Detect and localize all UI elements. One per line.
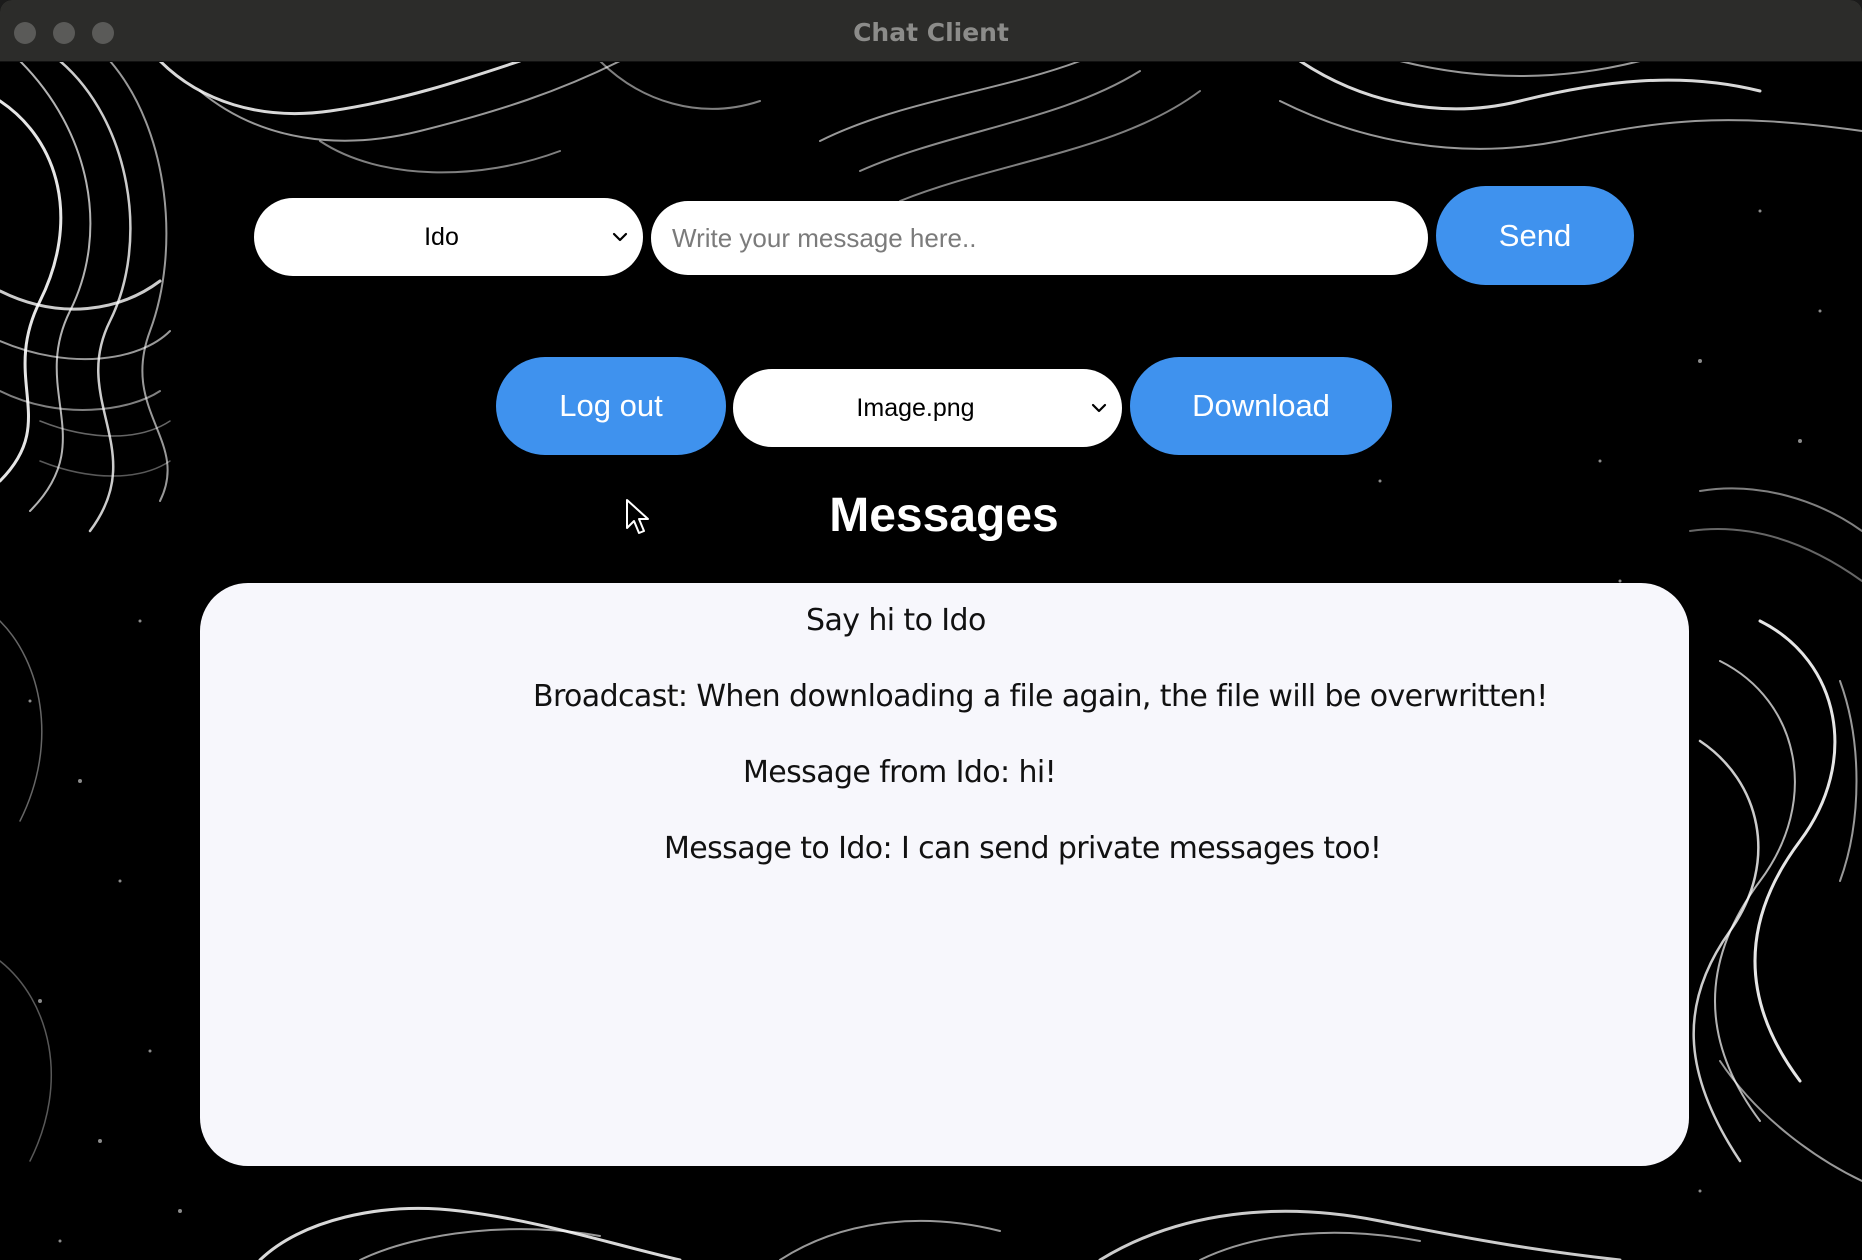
logout-button-label: Log out	[559, 388, 663, 423]
message-item: Say hi to Ido	[806, 603, 986, 638]
mouse-pointer-icon	[626, 499, 649, 534]
send-button-label: Send	[1498, 217, 1572, 253]
message-item: Broadcast: When downloading a file again…	[533, 679, 1548, 714]
logout-button[interactable]: Log out	[496, 357, 726, 455]
chat-client-window: Chat Client Ido Send Log out Image.png D…	[0, 0, 1862, 1260]
messages-panel	[200, 583, 1689, 1166]
message-item: Message to Ido: I can send private messa…	[664, 831, 1382, 866]
window-titlebar: Chat Client	[0, 0, 1862, 62]
message-input[interactable]	[651, 201, 1428, 275]
send-button[interactable]: Send	[1436, 186, 1634, 285]
window-title: Chat Client	[853, 18, 1009, 47]
file-select-value: Image.png	[856, 393, 975, 422]
file-select[interactable]: Image.png	[733, 369, 1122, 447]
chevron-down-icon	[1091, 403, 1107, 413]
download-button-label: Download	[1192, 388, 1330, 423]
download-button[interactable]: Download	[1130, 357, 1392, 455]
messages-heading: Messages	[829, 489, 1059, 542]
chevron-down-icon	[612, 232, 628, 242]
recipient-select[interactable]: Ido	[254, 198, 643, 276]
recipient-select-value: Ido	[424, 222, 459, 251]
message-item: Message from Ido: hi!	[743, 755, 1057, 790]
